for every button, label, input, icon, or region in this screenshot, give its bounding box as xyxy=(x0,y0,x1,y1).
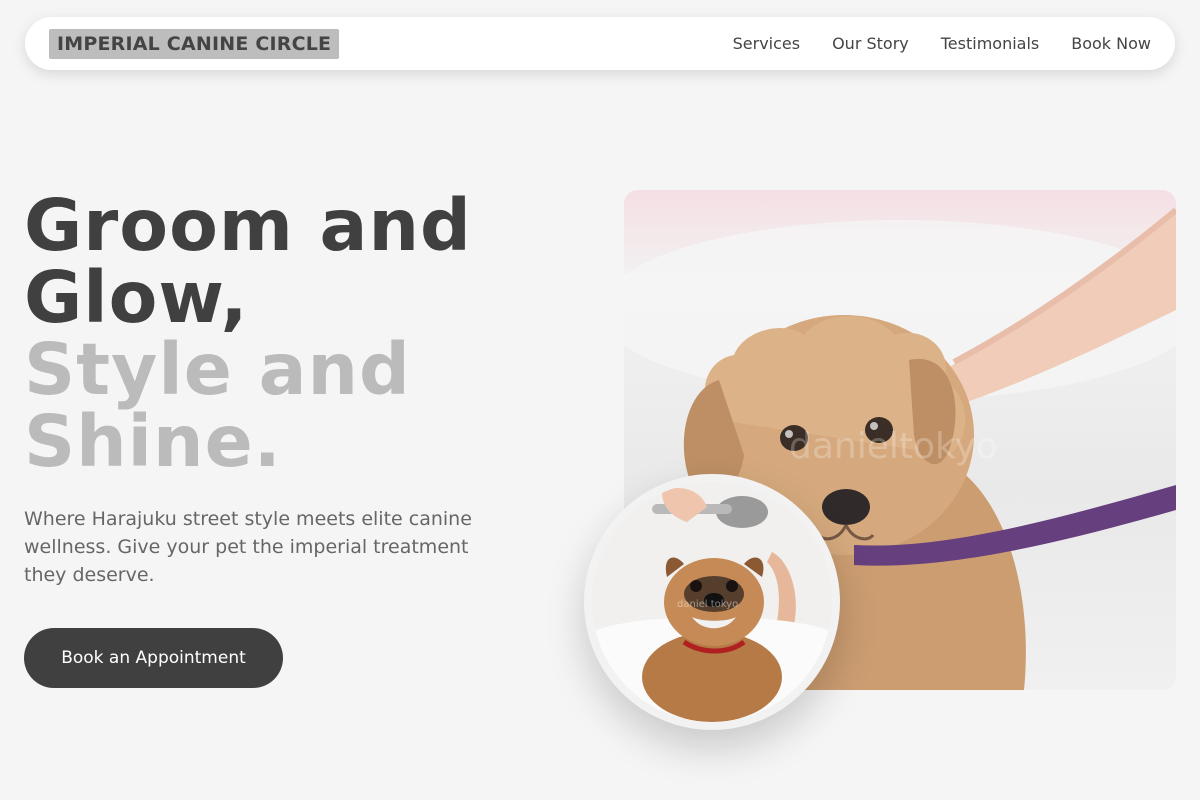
top-nav: IMPERIAL CANINE CIRCLE Services Our Stor… xyxy=(25,17,1175,70)
nav-link-services[interactable]: Services xyxy=(733,34,800,53)
nav-link-testimonials[interactable]: Testimonials xyxy=(941,34,1040,53)
bulldog-photo: daniel tokyo xyxy=(584,474,840,730)
nav-menu: Services Our Story Testimonials Book Now xyxy=(733,34,1151,53)
nav-link-our-story[interactable]: Our Story xyxy=(832,34,909,53)
hero-title: Groom and Glow, Style and Shine. xyxy=(24,190,544,478)
main-watermark: danieltokyo xyxy=(789,426,998,467)
hero-title-line1: Groom and Glow, xyxy=(24,184,472,339)
hero-title-line2: Style and Shine. xyxy=(24,328,411,483)
hero-subtitle: Where Harajuku street style meets elite … xyxy=(24,508,472,586)
circle-watermark: daniel tokyo xyxy=(677,599,738,610)
brand-logo[interactable]: IMPERIAL CANINE CIRCLE xyxy=(49,28,340,59)
nav-link-book-now[interactable]: Book Now xyxy=(1071,34,1151,53)
book-appointment-button[interactable]: Book an Appointment xyxy=(24,628,283,688)
